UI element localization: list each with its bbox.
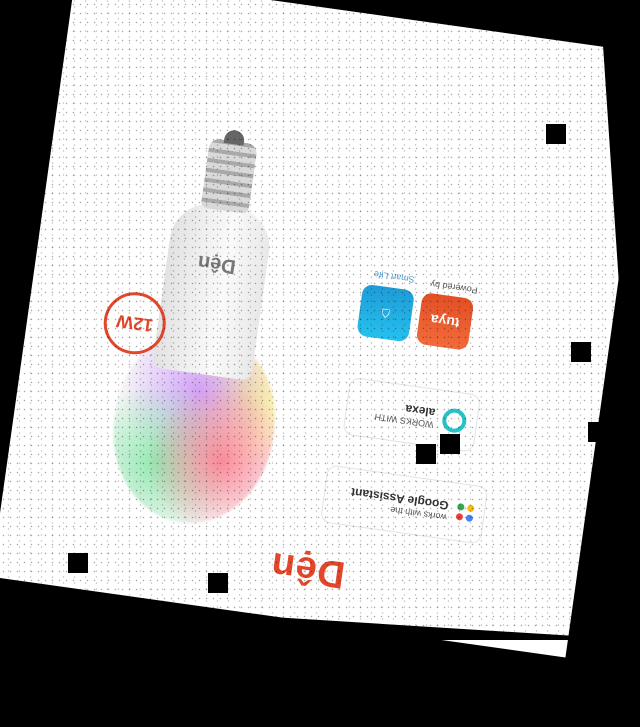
occluding-square — [416, 444, 436, 464]
occluding-square — [546, 124, 566, 144]
occluding-square — [440, 434, 460, 454]
bulb-screw-base — [200, 137, 258, 214]
occluding-square — [68, 553, 88, 573]
occluding-square — [588, 422, 608, 442]
bulb-tip — [223, 129, 246, 146]
smart-life-app-icon: ⌂ — [356, 283, 415, 343]
alexa-badge: WORKS WITH alexa — [342, 376, 482, 453]
google-assistant-icon — [454, 503, 475, 523]
occluding-square — [571, 342, 591, 362]
smart-life-caption: Smart Life — [373, 269, 416, 285]
google-assistant-badge: works with the Google Assistant — [319, 464, 489, 545]
alexa-ring-icon — [440, 407, 468, 435]
occluding-square — [208, 573, 228, 593]
tuya-app-icon: tuya — [415, 292, 475, 351]
bulb-body — [151, 198, 275, 381]
